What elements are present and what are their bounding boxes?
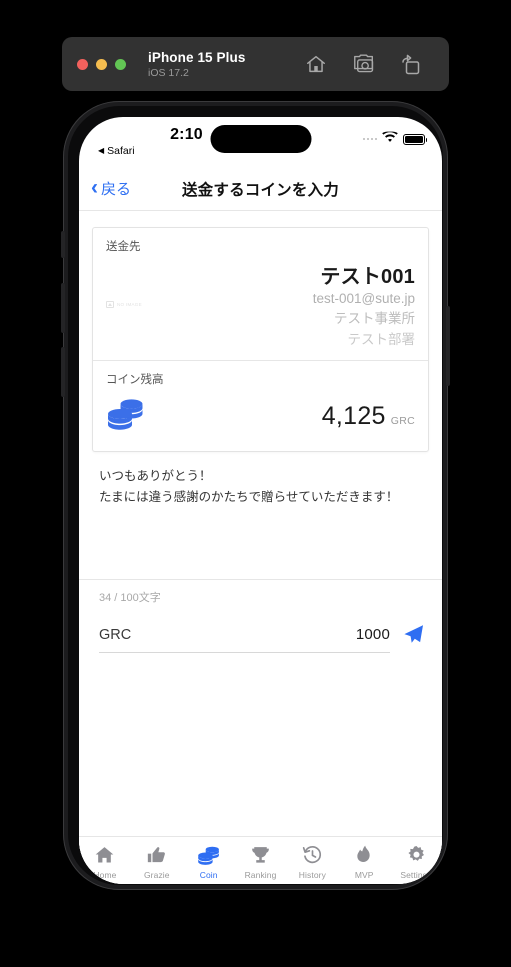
recipient-row: NO IMAGE テスト001 test-001@sute.jp テスト事業所 … [106, 260, 415, 348]
recipient-label: 送金先 [106, 241, 141, 253]
mute-switch[interactable] [61, 231, 65, 258]
tab-home[interactable]: Home [79, 844, 131, 880]
status-bar-indicators [362, 130, 427, 148]
power-button[interactable] [446, 306, 450, 386]
recipient-section: 送金先 NO IMAGE テスト001 test-001@sute.jp テスト… [93, 228, 428, 360]
minimize-window-button[interactable] [96, 58, 107, 70]
iphone-device-frame: 2:10 ◀ Safari ‹ 戻る 送金するコインを入力 送金先 NO IMA… [61, 101, 450, 890]
home-icon[interactable] [305, 53, 327, 75]
screenshot-root: iPhone 15 Plus iOS 17.2 2:10 ◀ Safari ‹ … [0, 0, 511, 967]
chevron-left-icon: ‹ [91, 176, 98, 199]
flame-icon [355, 844, 373, 866]
message-textarea[interactable]: いつもありがとう！ たまには違う感謝のかたちで贈らせていただきます！ [99, 466, 422, 579]
camera-icon[interactable] [352, 53, 376, 75]
recipient-email: test-001@sute.jp [312, 291, 415, 306]
tab-home-label: Home [93, 870, 117, 880]
zoom-window-button[interactable] [115, 58, 126, 70]
amount-input[interactable]: GRC 1000 [99, 626, 390, 653]
app-nav-bar: ‹ 戻る 送金するコインを入力 [79, 167, 442, 211]
device-name: iPhone 15 Plus [148, 49, 246, 65]
phone-screen: 2:10 ◀ Safari ‹ 戻る 送金するコインを入力 送金先 NO IMA… [79, 117, 442, 884]
simulator-actions [305, 53, 421, 75]
send-button[interactable] [400, 623, 426, 649]
dynamic-island [210, 125, 311, 153]
tab-grazie[interactable]: Grazie [131, 844, 183, 880]
wifi-icon [382, 130, 398, 148]
back-to-app-link[interactable]: ◀ Safari [98, 145, 135, 157]
simulator-titlebar: iPhone 15 Plus iOS 17.2 [62, 37, 449, 91]
tab-settings[interactable]: Settings [390, 844, 442, 880]
balance-unit: GRC [390, 414, 415, 427]
rotate-icon[interactable] [401, 53, 421, 75]
tab-mvp-label: MVP [354, 870, 374, 880]
thumbs-up-icon [146, 844, 167, 866]
trophy-icon [250, 844, 271, 866]
balance-section: コイン残高 4,125 GRC [93, 360, 428, 451]
tab-ranking[interactable]: Ranking [235, 844, 287, 880]
send-paper-plane-icon [401, 622, 425, 651]
amount-input-row: GRC 1000 [99, 623, 426, 655]
balance-row: 4,125 GRC [106, 393, 415, 439]
recipient-details: テスト001 test-001@sute.jp テスト事業所 テスト部署 [313, 260, 415, 348]
balance-amount: 4,125 [321, 401, 386, 430]
amount-currency-label: GRC [99, 626, 132, 643]
tab-ranking-label: Ranking [244, 870, 277, 880]
transfer-card: 送金先 NO IMAGE テスト001 test-001@sute.jp テスト… [92, 227, 429, 452]
close-window-button[interactable] [77, 58, 88, 70]
back-button-label: 戻る [101, 181, 132, 198]
recipient-organization: テスト事業所 [334, 311, 415, 326]
message-divider [79, 579, 442, 580]
back-to-app-label: Safari [107, 145, 135, 157]
tab-settings-label: Settings [400, 870, 432, 880]
tab-mvp[interactable]: MVP [338, 844, 390, 880]
amount-value: 1000 [355, 625, 390, 643]
house-icon [94, 844, 115, 866]
ios-status-bar: 2:10 ◀ Safari [79, 117, 442, 167]
gear-icon [406, 844, 427, 866]
simulator-title-group: iPhone 15 Plus iOS 17.2 [148, 50, 245, 79]
tab-coin[interactable]: Coin [183, 844, 235, 880]
avatar-placeholder-label: NO IMAGE [117, 301, 142, 307]
back-arrow-icon: ◀ [98, 146, 105, 155]
tab-history[interactable]: History [286, 844, 338, 880]
recipient-name: テスト001 [320, 266, 415, 288]
message-line-2: たまには違う感謝のかたちで贈らせていただきます！ [99, 489, 399, 504]
cellular-signal-icon [362, 137, 377, 141]
balance-amount-group: 4,125 GRC [322, 402, 415, 431]
coins-icon [197, 844, 221, 866]
main-content: 送金先 NO IMAGE テスト001 test-001@sute.jp テスト… [79, 227, 442, 884]
coins-icon [106, 397, 146, 436]
tab-grazie-label: Grazie [143, 870, 170, 880]
window-controls[interactable] [77, 58, 126, 70]
clock-history-icon [302, 844, 323, 866]
bottom-tab-bar: Home Grazie Coin Ranking History MVP Set… [79, 836, 442, 884]
message-line-1: いつもありがとう！ [99, 469, 212, 483]
battery-icon [403, 133, 427, 145]
character-counter: 34 / 100文字 [99, 592, 161, 604]
volume-up-button[interactable] [61, 283, 65, 333]
phone-bezel: 2:10 ◀ Safari ‹ 戻る 送金するコインを入力 送金先 NO IMA… [68, 106, 443, 885]
page-title: 送金するコインを入力 [181, 181, 339, 199]
recipient-department: テスト部署 [347, 332, 416, 347]
device-os-version: iOS 17.2 [148, 66, 189, 79]
volume-down-button[interactable] [61, 347, 65, 397]
tab-coin-label: Coin [199, 870, 218, 880]
back-button[interactable]: ‹ 戻る [91, 176, 132, 199]
balance-label: コイン残高 [106, 374, 164, 386]
tab-history-label: History [298, 870, 326, 880]
avatar-placeholder-icon: NO IMAGE [106, 296, 150, 312]
